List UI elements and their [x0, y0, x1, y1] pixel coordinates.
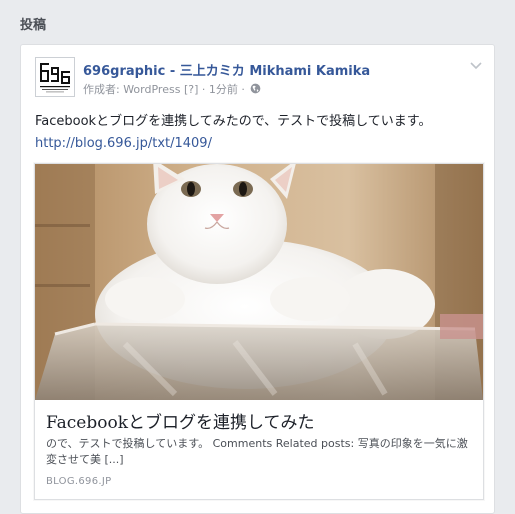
meta-separator-2: · [237, 83, 249, 96]
preview-domain: BLOG.696.JP [46, 476, 112, 487]
696graphic-logo [36, 58, 74, 96]
page-avatar[interactable] [35, 57, 75, 97]
post-text: Facebookとブログを連携してみたので、テストで投稿しています。 [35, 114, 432, 129]
post-url-link[interactable]: http://blog.696.jp/txt/1409/ [35, 136, 212, 151]
help-link[interactable]: [?] [184, 83, 198, 96]
post-meta: 作成者: WordPress [?] · 1分前 · [83, 81, 261, 97]
globe-icon[interactable] [250, 83, 261, 94]
preview-title[interactable]: Facebookとブログを連携してみた [46, 408, 315, 433]
app-link[interactable]: WordPress [123, 83, 180, 96]
link-preview[interactable]: Facebookとブログを連携してみた ので、テストで投稿しています。 Comm… [34, 163, 484, 500]
timestamp[interactable]: 1分前 [209, 83, 238, 96]
meta-prefix: 作成者: [83, 83, 124, 96]
cat-photo[interactable] [35, 164, 483, 400]
section-title: 投稿 [20, 18, 47, 33]
preview-description: ので、テストで投稿しています。 Comments Related posts: … [46, 437, 468, 466]
post-card: 696graphic - 三上カミカ Mikhami Kamika 作成者: W… [20, 44, 495, 514]
meta-separator: · [198, 83, 209, 96]
author-name[interactable]: 696graphic - 三上カミカ Mikhami Kamika [83, 60, 370, 79]
chevron-down-icon[interactable] [468, 57, 484, 73]
